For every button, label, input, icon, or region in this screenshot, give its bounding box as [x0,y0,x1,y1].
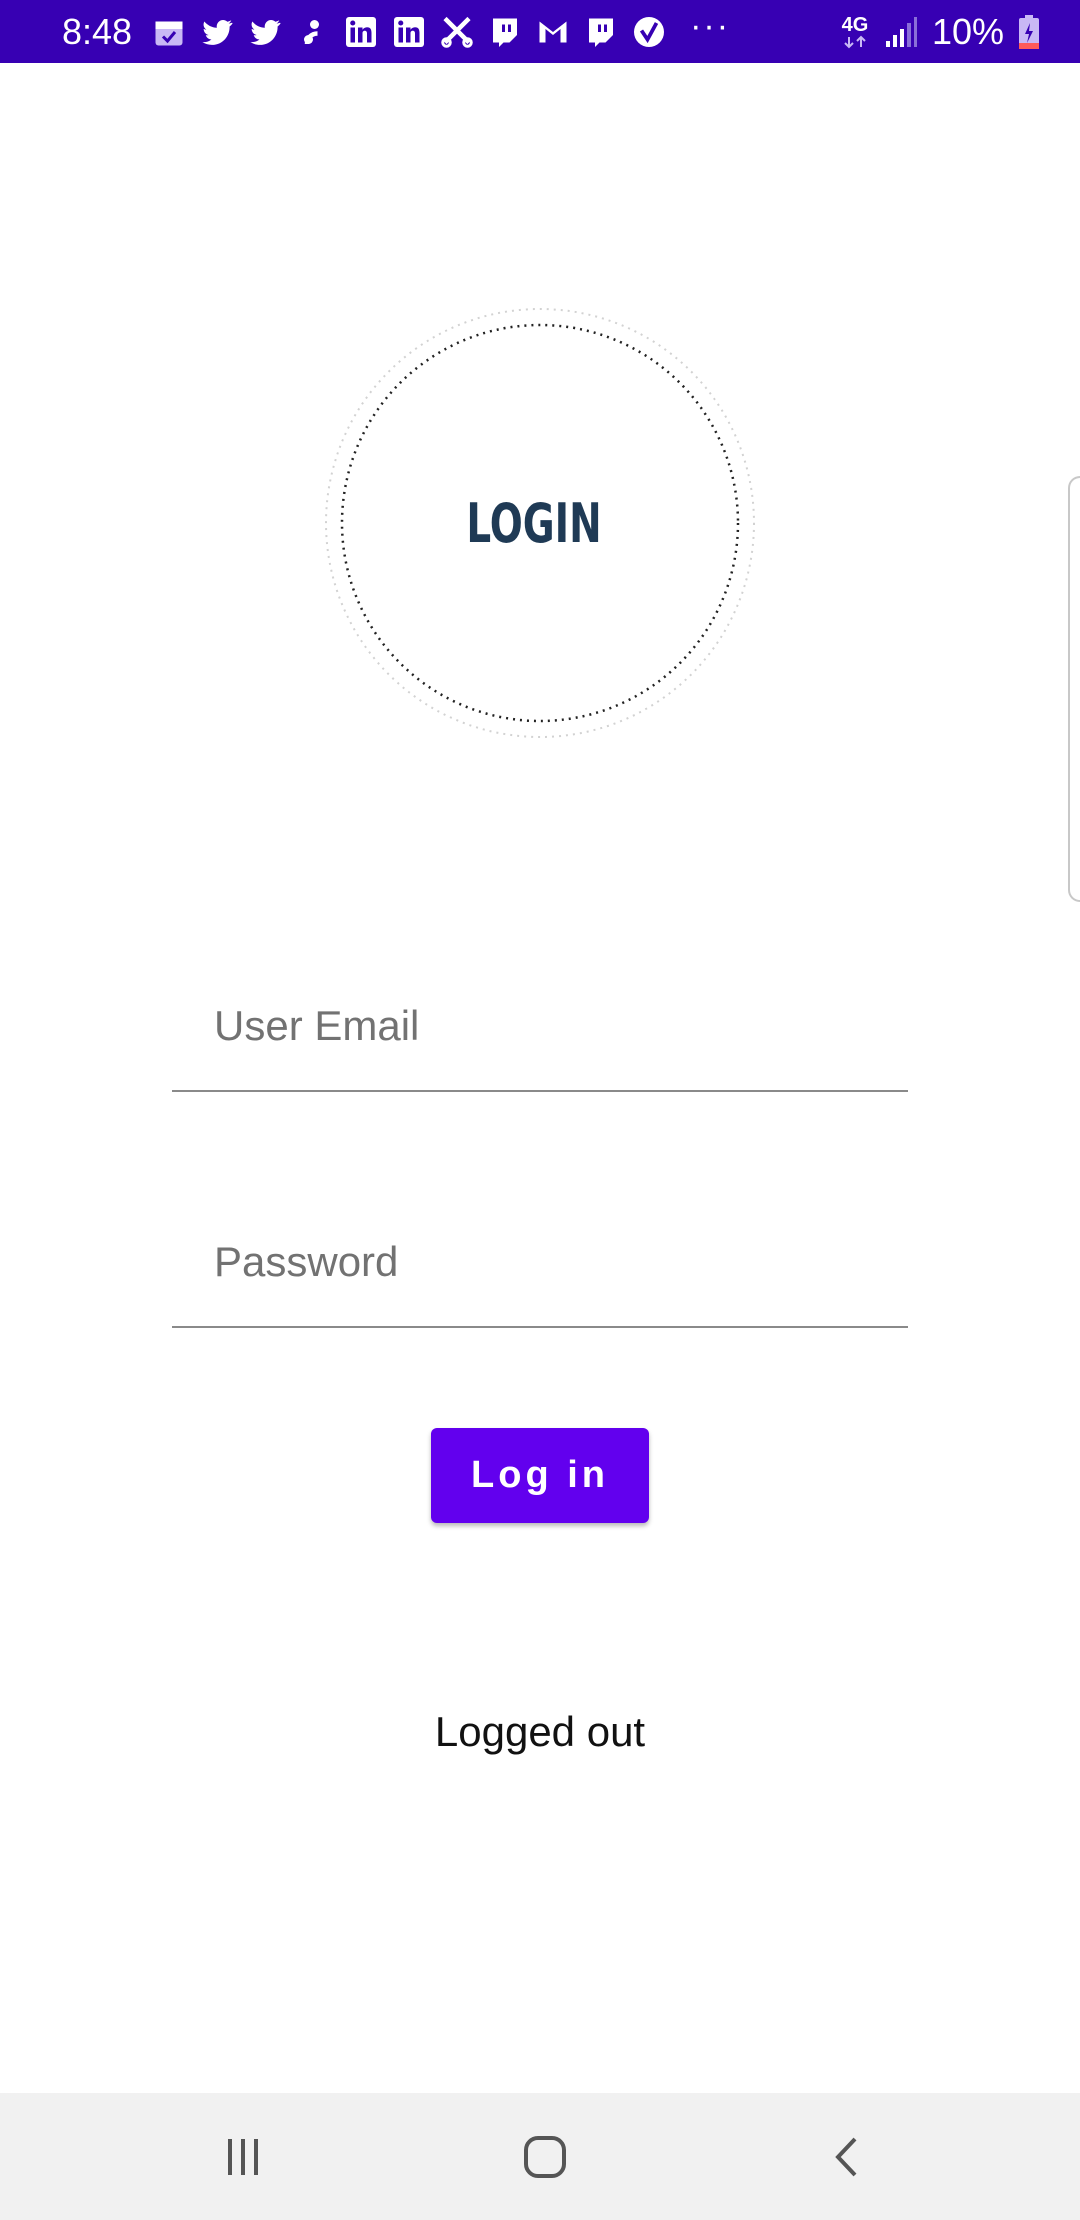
password-input[interactable] [214,1198,894,1326]
home-icon [524,2135,566,2178]
gmail-icon [534,13,572,51]
calendar-icon [150,13,188,51]
login-button[interactable]: Log in [431,1428,649,1523]
twitch-icon [582,13,620,51]
logo-title: LOGIN [466,491,602,555]
auth-status-text: Logged out [434,1708,646,1755]
scissors-icon [438,13,476,51]
email-field[interactable] [172,962,908,1092]
twitter-icon [198,13,236,51]
home-button[interactable] [485,2093,605,2220]
network-icon: 4G [840,15,870,49]
status-bar: 8:48 ··· 4G 10% [0,0,1080,63]
notification-icons [150,13,668,51]
password-field[interactable] [172,1198,908,1328]
status-system-icons: 4G 10% [840,11,1040,53]
battery-percent: 10% [931,10,1004,52]
more-notifications-indicator: ··· [690,6,731,45]
edge-panel-handle[interactable] [1068,476,1080,902]
pinwheel-icon [294,13,332,51]
twitter-icon [246,13,284,51]
back-button[interactable] [788,2093,908,2220]
email-input[interactable] [214,962,894,1090]
recents-icon [228,2138,258,2175]
status-time: 8:48 [62,10,133,52]
linkedin-icon [390,13,428,51]
navigation-bar [0,2093,1080,2220]
battery-charging-icon [1018,14,1040,50]
network-label: 4G [841,13,869,36]
verified-check-icon [630,13,668,51]
back-icon [835,2137,857,2176]
linkedin-icon [342,13,380,51]
twitch-icon [486,13,524,51]
signal-strength-icon [884,15,918,49]
login-screen: 8:48 ··· 4G 10% LOGIN User Email Log in … [0,0,1080,2220]
login-logo: LOGIN [322,305,758,741]
recents-button[interactable] [183,2093,303,2220]
